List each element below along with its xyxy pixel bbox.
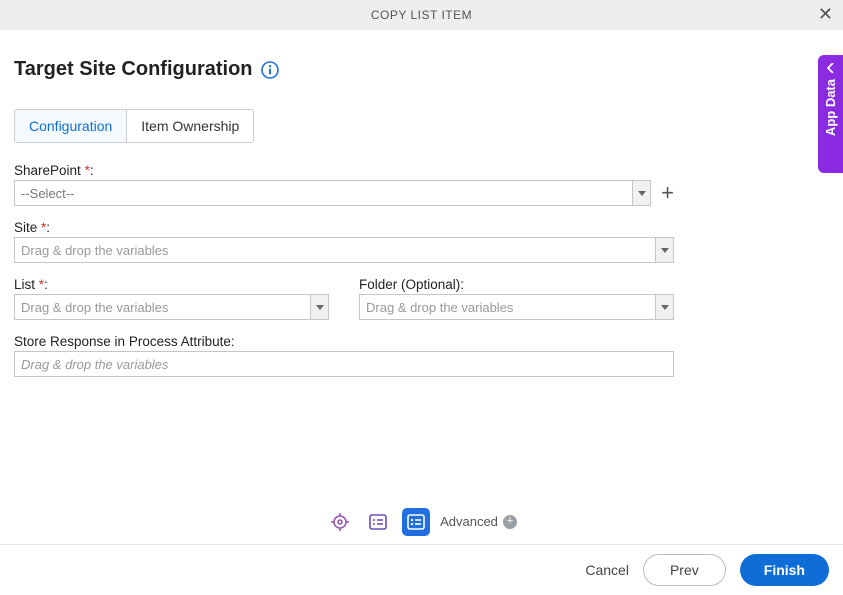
advanced-label: Advanced (440, 514, 498, 529)
store-label: Store Response in Process Attribute: (14, 334, 674, 349)
store-placeholder: Drag & drop the variables (21, 357, 168, 372)
chevron-down-icon[interactable] (655, 238, 673, 262)
plus-circle-icon: + (503, 515, 517, 529)
chevron-down-icon[interactable] (655, 295, 673, 319)
dialog-footer: Cancel Prev Finish (0, 545, 843, 595)
folder-input[interactable]: Drag & drop the variables (359, 294, 674, 320)
list-view-icon[interactable] (402, 508, 430, 536)
tab-bar: Configuration Item Ownership (14, 109, 254, 143)
chevron-left-icon (826, 63, 836, 73)
list-input[interactable]: Drag & drop the variables (14, 294, 329, 320)
bottom-toolbar: Advanced + (0, 505, 843, 545)
app-data-tab[interactable]: App Data (818, 55, 843, 173)
finish-button[interactable]: Finish (740, 554, 829, 586)
close-icon[interactable]: ✕ (818, 4, 833, 25)
dialog-title: COPY LIST ITEM (371, 8, 472, 22)
sharepoint-value: --Select-- (15, 186, 632, 201)
cancel-button[interactable]: Cancel (585, 562, 629, 578)
info-icon[interactable] (261, 61, 279, 79)
store-input[interactable]: Drag & drop the variables (14, 351, 674, 377)
site-placeholder: Drag & drop the variables (15, 243, 655, 258)
chevron-down-icon[interactable] (310, 295, 328, 319)
site-label: Site *: (14, 220, 674, 235)
folder-placeholder: Drag & drop the variables (360, 300, 655, 315)
form-view-icon[interactable] (364, 508, 392, 536)
page-title: Target Site Configuration (14, 58, 253, 81)
sharepoint-label: SharePoint *: (14, 163, 674, 178)
dialog-header: COPY LIST ITEM ✕ (0, 0, 843, 30)
advanced-button[interactable]: Advanced + (440, 514, 517, 529)
add-sharepoint-button[interactable]: + (661, 182, 674, 204)
sharepoint-select[interactable]: --Select-- (14, 180, 651, 206)
prev-button[interactable]: Prev (643, 554, 726, 586)
site-input[interactable]: Drag & drop the variables (14, 237, 674, 263)
app-data-label: App Data (823, 79, 838, 136)
list-placeholder: Drag & drop the variables (15, 300, 310, 315)
list-label: List *: (14, 277, 329, 292)
tab-configuration[interactable]: Configuration (15, 110, 126, 142)
main-content: Target Site Configuration Configuration … (0, 30, 843, 377)
tab-item-ownership[interactable]: Item Ownership (126, 110, 253, 142)
gear-icon[interactable] (326, 508, 354, 536)
chevron-down-icon[interactable] (632, 181, 650, 205)
folder-label: Folder (Optional): (359, 277, 674, 292)
